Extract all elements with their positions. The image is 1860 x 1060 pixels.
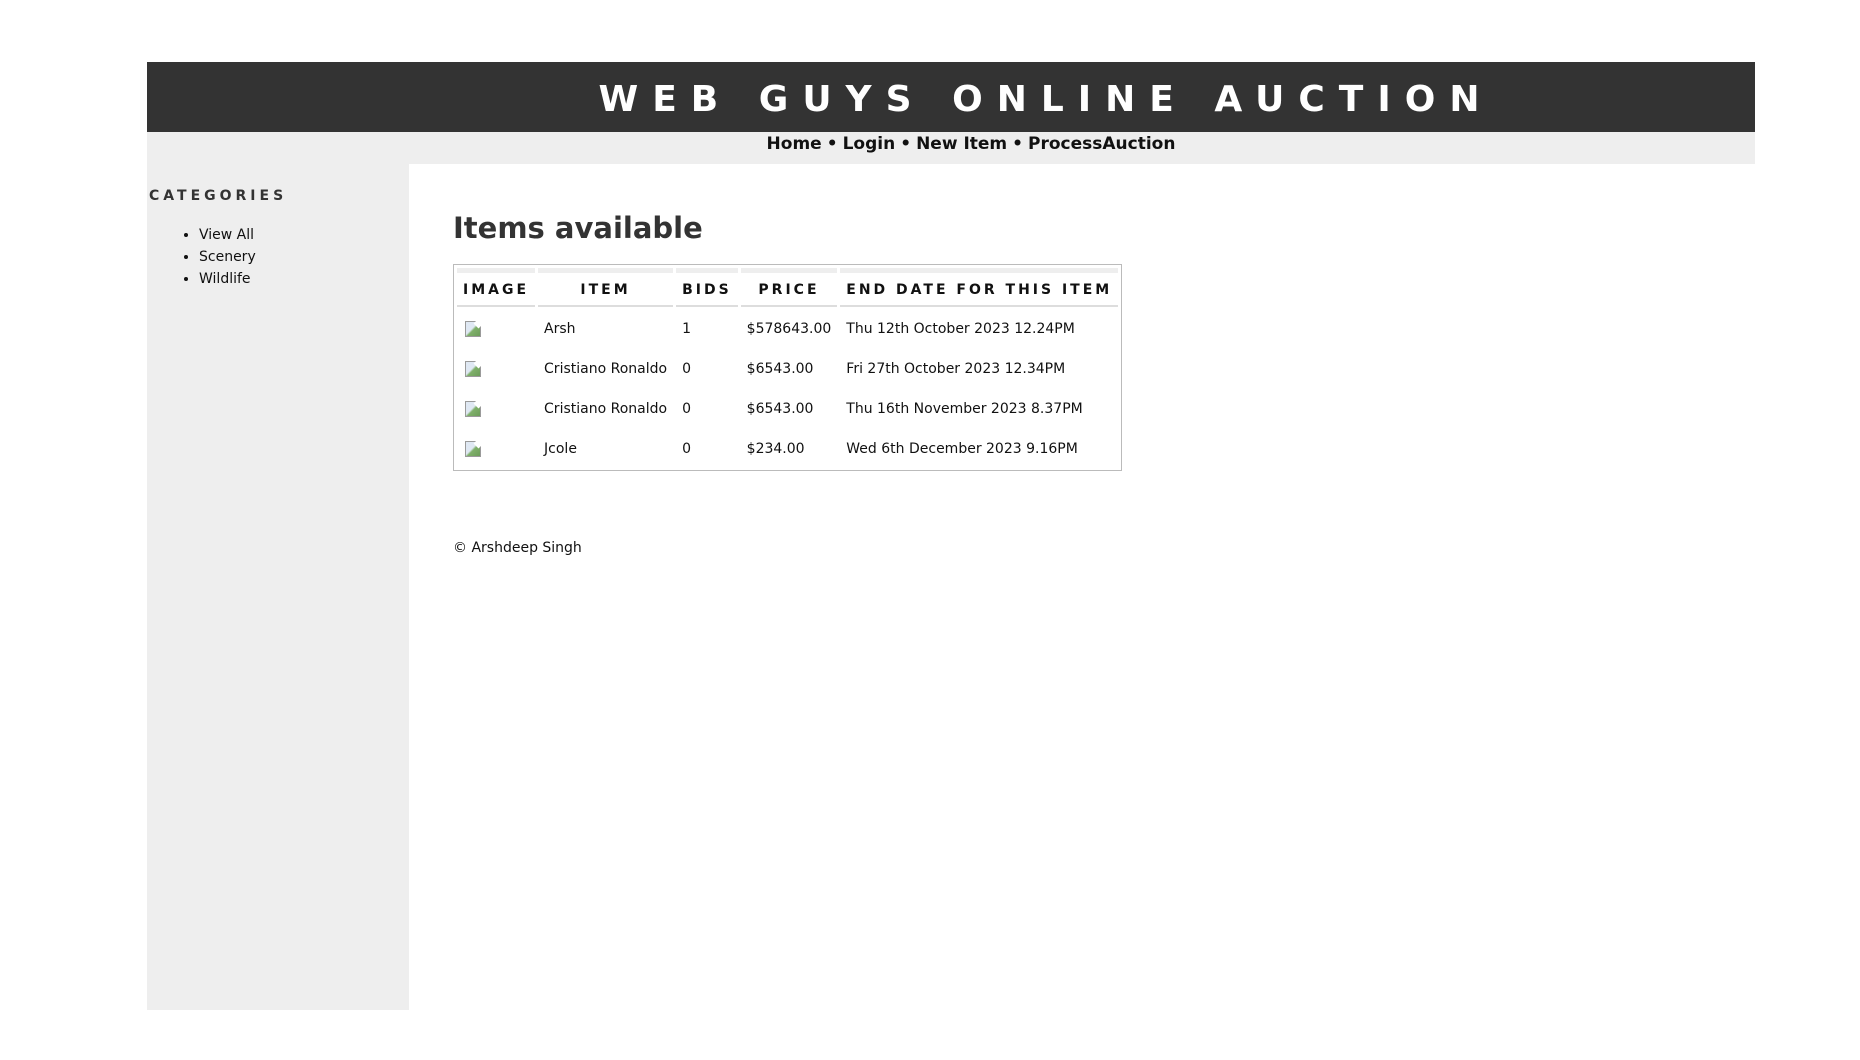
category-item: Scenery — [199, 246, 256, 268]
sidebar: CATEGORIES View All Scenery Wildlife — [147, 164, 409, 1010]
broken-image-icon[interactable] — [463, 360, 483, 378]
column-header-end-date: END DATE FOR THIS ITEM — [840, 268, 1119, 307]
nav-separator: • — [826, 134, 838, 154]
site-title: WEB GUYS ONLINE AUCTION — [598, 79, 1494, 120]
table-header-row: IMAGE ITEM BIDS PRICE END DATE FOR THIS … — [457, 268, 1119, 307]
item-image-cell — [457, 350, 535, 387]
category-wildlife-link[interactable]: Wildlife — [199, 271, 251, 287]
item-bids: 0 — [682, 400, 691, 417]
item-bids: 0 — [682, 440, 691, 457]
item-image-cell — [457, 390, 535, 427]
items-table: IMAGE ITEM BIDS PRICE END DATE FOR THIS … — [453, 264, 1123, 471]
item-name: Cristiano Ronaldo — [544, 360, 668, 377]
column-header-bids: BIDS — [676, 268, 738, 307]
item-name: Cristiano Ronaldo — [544, 400, 668, 417]
item-name: Jcole — [544, 440, 577, 457]
column-header-image: IMAGE — [457, 268, 536, 307]
category-item: View All — [199, 224, 256, 246]
nav-process-auction-link[interactable]: ProcessAuction — [1028, 134, 1175, 154]
category-list: View All Scenery Wildlife — [147, 224, 256, 290]
nav-new-item-link[interactable]: New Item — [916, 134, 1007, 154]
table-row: Arsh 1 $578643.00 Thu 12th October 2023 … — [457, 310, 1118, 347]
category-view-all-link[interactable]: View All — [199, 227, 254, 243]
item-price: $6543.00 — [746, 400, 814, 417]
item-price: $578643.00 — [746, 320, 832, 337]
item-end-date: Wed 6th December 2023 9.16PM — [846, 440, 1078, 457]
nav-separator: • — [1012, 134, 1024, 154]
item-end-date: Fri 27th October 2023 12.34PM — [846, 360, 1066, 377]
item-end-date: Thu 16th November 2023 8.37PM — [846, 400, 1083, 417]
table-row: Cristiano Ronaldo 0 $6543.00 Thu 16th No… — [457, 390, 1118, 427]
item-image-cell — [457, 310, 535, 347]
site-header: WEB GUYS ONLINE AUCTION — [147, 62, 1755, 132]
item-image-cell — [457, 430, 535, 467]
nav-home-link[interactable]: Home — [767, 134, 822, 154]
broken-image-icon[interactable] — [463, 440, 483, 458]
nav-separator: • — [900, 134, 912, 154]
page: WEB GUYS ONLINE AUCTION Home • Login • New I… — [147, 62, 1755, 1010]
column-header-price: PRICE — [740, 268, 838, 307]
broken-image-icon[interactable] — [463, 320, 483, 338]
broken-image-icon[interactable] — [463, 400, 483, 418]
item-bids: 1 — [682, 320, 691, 337]
item-name: Arsh — [544, 320, 576, 337]
item-bids: 0 — [682, 360, 691, 377]
item-price: $6543.00 — [746, 360, 814, 377]
table-row: Jcole 0 $234.00 Wed 6th December 2023 9.… — [457, 430, 1118, 467]
item-price: $234.00 — [746, 440, 805, 457]
page-title: Items available — [453, 211, 703, 245]
item-end-date: Thu 12th October 2023 12.24PM — [846, 320, 1075, 337]
main-content: Items available IMAGE ITEM BIDS PRICE EN… — [453, 210, 1653, 556]
nav-login-link[interactable]: Login — [843, 134, 896, 154]
table-row: Cristiano Ronaldo 0 $6543.00 Fri 27th Oc… — [457, 350, 1118, 387]
column-header-item: ITEM — [538, 268, 674, 307]
footer-copyright: © Arshdeep Singh — [453, 540, 582, 556]
nav-bar: Home • Login • New Item • ProcessAuction — [147, 132, 1755, 164]
category-scenery-link[interactable]: Scenery — [199, 249, 256, 265]
categories-heading: CATEGORIES — [149, 188, 288, 204]
category-item: Wildlife — [199, 268, 256, 290]
